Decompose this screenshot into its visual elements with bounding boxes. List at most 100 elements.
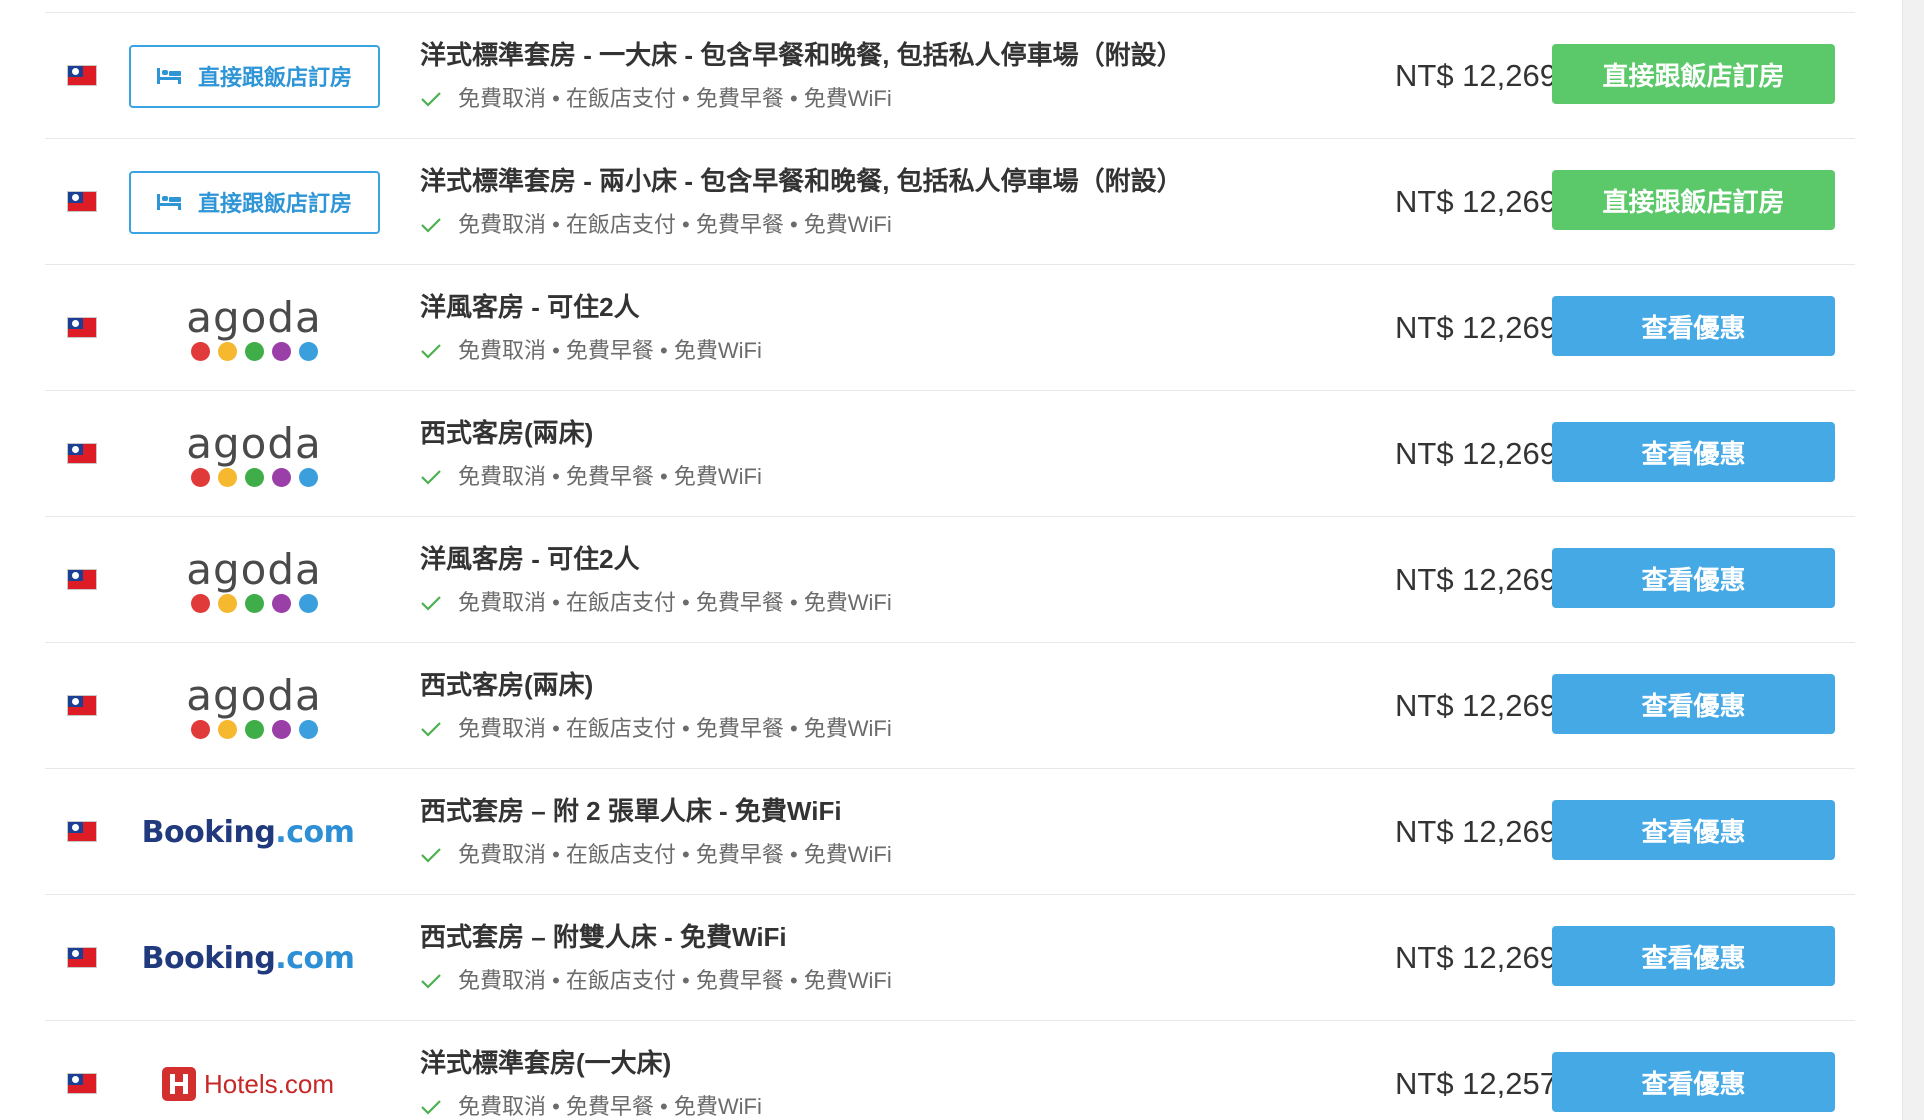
provider-agoda: agoda bbox=[127, 391, 381, 517]
room-info: 西式套房 – 附 2 張單人床 - 免費WiFi 免費取消 • 在飯店支付 • 免… bbox=[420, 795, 1350, 869]
direct-booking-badge[interactable]: 直接跟飯店訂房 bbox=[128, 44, 380, 108]
features-text: 免費取消 • 免費早餐 • 免費WiFi bbox=[458, 464, 762, 489]
room-title: 西式套房 – 附 2 張單人床 - 免費WiFi bbox=[420, 796, 842, 826]
price: NT$ 12,257 bbox=[1395, 1066, 1557, 1101]
book-direct-button[interactable]: 直接跟飯店訂房 bbox=[1552, 170, 1835, 230]
taiwan-flag-icon bbox=[67, 317, 97, 338]
booking-dotcom: .com bbox=[275, 940, 355, 976]
room-title: 洋式標準套房 - 一大床 - 包含早餐和晚餐, 包括私人停車場（附設） bbox=[420, 40, 1183, 70]
agoda-dot bbox=[298, 593, 318, 613]
features-text: 免費取消 • 在飯店支付 • 免費早餐 • 免費WiFi bbox=[458, 86, 892, 111]
room-title: 西式套房 – 附雙人床 - 免費WiFi bbox=[420, 922, 787, 952]
features-text: 免費取消 • 在飯店支付 • 免費早餐 • 免費WiFi bbox=[458, 968, 892, 993]
agoda-wordmark: agoda bbox=[186, 418, 322, 468]
scrollbar-track[interactable] bbox=[1902, 0, 1924, 1120]
features-text: 免費取消 • 免費早餐 • 免費WiFi bbox=[458, 1094, 762, 1119]
check-icon bbox=[420, 720, 442, 738]
book-direct-button[interactable]: 直接跟飯店訂房 bbox=[1552, 44, 1835, 104]
bed-icon bbox=[156, 67, 182, 85]
agoda-dot bbox=[244, 719, 264, 739]
check-icon bbox=[420, 216, 442, 234]
view-deal-button[interactable]: 查看優惠 bbox=[1552, 296, 1835, 356]
room-title: 洋式標準套房 - 兩小床 - 包含早餐和晚餐, 包括私人停車場（附設） bbox=[420, 166, 1183, 196]
agoda-dot bbox=[190, 341, 210, 361]
taiwan-flag-icon bbox=[67, 443, 97, 464]
agoda-dots bbox=[190, 719, 318, 739]
room-features: 免費取消 • 在飯店支付 • 免費早餐 • 免費WiFi bbox=[420, 715, 1350, 743]
room-info: 洋風客房 - 可住2人免費取消 • 免費早餐 • 免費WiFi bbox=[420, 291, 1350, 365]
view-deal-button[interactable]: 查看優惠 bbox=[1552, 800, 1835, 860]
taiwan-flag-icon bbox=[67, 821, 97, 842]
check-icon bbox=[420, 846, 442, 864]
taiwan-flag-icon bbox=[67, 191, 97, 212]
agoda-dot bbox=[271, 467, 291, 487]
room-features: 免費取消 • 在飯店支付 • 免費早餐 • 免費WiFi bbox=[420, 85, 1350, 113]
view-deal-button[interactable]: 查看優惠 bbox=[1552, 422, 1835, 482]
agoda-logo: agoda bbox=[186, 670, 322, 739]
check-icon bbox=[420, 972, 442, 990]
direct-booking-badge[interactable]: 直接跟飯店訂房 bbox=[128, 170, 380, 234]
hotels-wordmark: Hotels.com bbox=[203, 1068, 335, 1099]
agoda-logo: agoda bbox=[186, 547, 322, 613]
taiwan-flag-icon bbox=[67, 947, 97, 968]
price: NT$ 12,269 bbox=[1395, 184, 1557, 219]
provider-hotels: Hotels.com bbox=[127, 1021, 381, 1120]
taiwan-flag-icon bbox=[67, 65, 97, 86]
price: NT$ 12,269 bbox=[1395, 814, 1557, 849]
direct-booking-label: 直接跟飯店訂房 bbox=[197, 65, 352, 90]
booking-wordmark: Booking bbox=[141, 814, 276, 850]
room-title: 西式客房(兩床) bbox=[420, 418, 594, 448]
features-text: 免費取消 • 在飯店支付 • 免費早餐 • 免費WiFi bbox=[458, 842, 892, 867]
provider-booking: Booking.com bbox=[127, 769, 381, 895]
offer-row: 直接跟飯店訂房 洋式標準套房 - 一大床 - 包含早餐和晚餐, 包括私人停車場（附… bbox=[45, 13, 1855, 139]
booking-wordmark: Booking bbox=[141, 940, 276, 976]
agoda-logo: agoda bbox=[186, 418, 322, 487]
view-deal-button[interactable]: 查看優惠 bbox=[1552, 548, 1835, 608]
hotels-h-icon bbox=[161, 1067, 196, 1101]
view-deal-button[interactable]: 查看優惠 bbox=[1552, 926, 1835, 986]
booking-logo: Booking.com bbox=[142, 815, 355, 850]
features-text: 免費取消 • 免費早餐 • 免費WiFi bbox=[458, 338, 762, 363]
check-icon bbox=[420, 90, 442, 108]
agoda-dot bbox=[271, 341, 291, 361]
provider-direct: 直接跟飯店訂房 bbox=[127, 13, 381, 139]
taiwan-flag-icon bbox=[67, 569, 97, 590]
view-deal-button[interactable]: 查看優惠 bbox=[1552, 674, 1835, 734]
agoda-dots bbox=[190, 341, 318, 361]
room-features: 免費取消 • 在飯店支付 • 免費早餐 • 免費WiFi bbox=[420, 211, 1350, 239]
offer-row: 直接跟飯店訂房 洋式標準套房 - 兩小床 - 包含早餐和晚餐, 包括私人停車場（附… bbox=[45, 139, 1855, 265]
bed-icon bbox=[156, 193, 182, 211]
agoda-dot bbox=[190, 719, 210, 739]
agoda-wordmark: agoda bbox=[186, 292, 322, 342]
room-info: 西式套房 – 附雙人床 - 免費WiFi 免費取消 • 在飯店支付 • 免費早餐 … bbox=[420, 921, 1350, 995]
view-deal-button[interactable]: 查看優惠 bbox=[1552, 1052, 1835, 1112]
features-text: 免費取消 • 在飯店支付 • 免費早餐 • 免費WiFi bbox=[458, 590, 892, 615]
agoda-dot bbox=[217, 341, 237, 361]
agoda-wordmark: agoda bbox=[186, 670, 322, 720]
provider-booking: Booking.com bbox=[127, 895, 381, 1021]
price: NT$ 12,269 bbox=[1395, 436, 1557, 471]
offer-row: agoda 西式客房(兩床) 免費取消 • 在飯店支付 • 免費早餐 • 免費WiF… bbox=[45, 643, 1855, 769]
provider-direct: 直接跟飯店訂房 bbox=[127, 139, 381, 265]
offer-row: Hotels.com 洋式標準套房(一大床) 免費取消 • 免費早餐 • 免費WiF… bbox=[45, 1021, 1855, 1120]
room-title: 洋風客房 - 可住2人 bbox=[420, 292, 640, 322]
agoda-dot bbox=[298, 341, 318, 361]
price: NT$ 12,269 bbox=[1395, 310, 1557, 345]
agoda-dot bbox=[298, 719, 318, 739]
check-icon bbox=[420, 1098, 442, 1116]
taiwan-flag-icon bbox=[67, 695, 97, 716]
price: NT$ 12,269 bbox=[1395, 58, 1557, 93]
room-features: 免費取消 • 免費早餐 • 免費WiFi bbox=[420, 1093, 1350, 1120]
agoda-dot bbox=[190, 467, 210, 487]
provider-agoda: agoda bbox=[127, 265, 381, 391]
features-text: 免費取消 • 在飯店支付 • 免費早餐 • 免費WiFi bbox=[458, 212, 892, 237]
agoda-dots bbox=[190, 467, 318, 487]
agoda-dot bbox=[217, 593, 237, 613]
provider-agoda: agoda bbox=[127, 517, 381, 643]
offer-row: Booking.com 西式套房 – 附雙人床 - 免費WiFi 免費取消 • 在飯… bbox=[45, 895, 1855, 1021]
taiwan-flag-icon bbox=[67, 1073, 97, 1094]
price: NT$ 12,269 bbox=[1395, 688, 1557, 723]
room-info: 西式客房(兩床) 免費取消 • 在飯店支付 • 免費早餐 • 免費WiFi bbox=[420, 669, 1350, 743]
check-icon bbox=[420, 594, 442, 612]
room-info: 洋風客房 - 可住2人 免費取消 • 在飯店支付 • 免費早餐 • 免費WiFi bbox=[420, 543, 1350, 617]
